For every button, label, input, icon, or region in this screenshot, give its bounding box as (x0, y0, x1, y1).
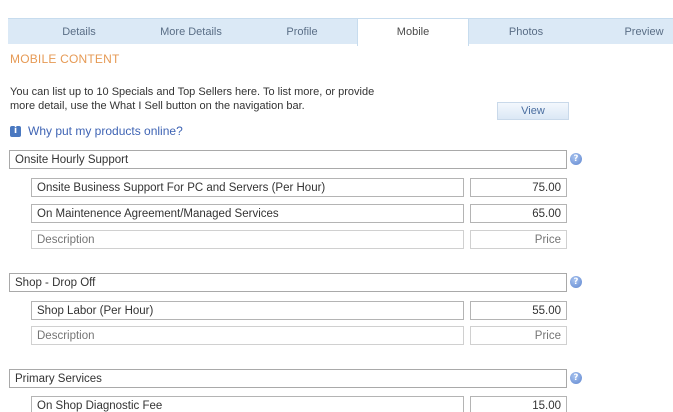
group-name-input[interactable] (9, 369, 567, 388)
item-price-input[interactable] (470, 326, 567, 345)
item-price-input[interactable] (470, 301, 567, 320)
view-button[interactable]: View (497, 102, 569, 120)
item-price-input[interactable] (470, 230, 567, 249)
tab-mobile[interactable]: Mobile (357, 19, 469, 46)
item-price-input[interactable] (470, 178, 567, 197)
tab-more-details[interactable]: More Details (136, 19, 246, 45)
section-title: MOBILE CONTENT (10, 52, 120, 66)
tab-details[interactable]: Details (34, 19, 124, 45)
group-name-input[interactable] (9, 150, 567, 169)
item-description-input[interactable] (31, 396, 464, 412)
item-description-input[interactable] (31, 230, 464, 249)
question-mark-icon[interactable]: ? (570, 153, 582, 165)
intro-line-1: You can list up to 10 Specials and Top S… (10, 86, 375, 98)
tab-profile[interactable]: Profile (260, 19, 344, 45)
why-row: i Why put my products online? (10, 124, 183, 138)
info-icon: i (10, 125, 21, 137)
item-description-input[interactable] (31, 301, 464, 320)
tab-photos[interactable]: Photos (486, 19, 566, 45)
question-mark-icon[interactable]: ? (570, 372, 582, 384)
group-name-input[interactable] (9, 273, 567, 292)
intro-text: You can list up to 10 Specials and Top S… (10, 86, 480, 113)
question-mark-icon[interactable]: ? (570, 276, 582, 288)
item-price-input[interactable] (470, 396, 567, 412)
why-link[interactable]: Why put my products online? (28, 124, 183, 138)
item-description-input[interactable] (31, 326, 464, 345)
tab-bar: Details More Details Profile Mobile Phot… (8, 18, 673, 46)
tab-preview[interactable]: Preview (604, 19, 673, 45)
item-description-input[interactable] (31, 204, 464, 223)
item-description-input[interactable] (31, 178, 464, 197)
item-price-input[interactable] (470, 204, 567, 223)
intro-line-2: more detail, use the What I Sell button … (10, 99, 305, 112)
